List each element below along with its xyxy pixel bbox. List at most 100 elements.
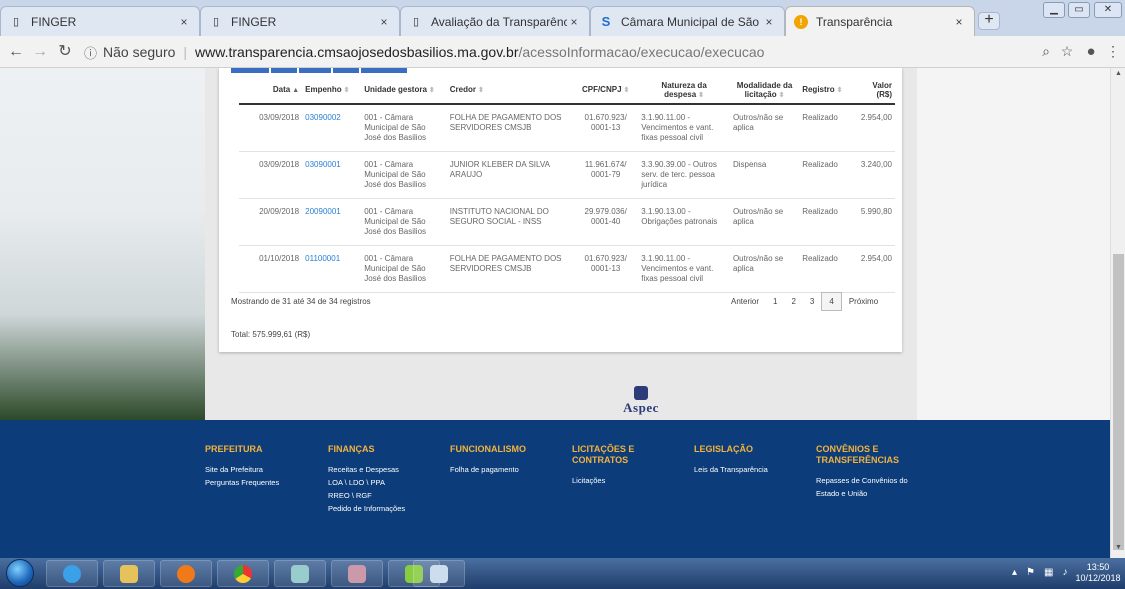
reload-icon[interactable]: ↻ (55, 42, 75, 62)
taskbar-chrome[interactable] (217, 560, 269, 587)
pager-page-2[interactable]: 2 (784, 293, 802, 310)
aspec-logo-text: Aspec (623, 400, 659, 415)
snipping-tool-icon (348, 564, 366, 583)
tab-finger-2[interactable]: ▯ FINGER × (200, 6, 400, 36)
table-row: 01/10/2018 01100001 001 - Câmara Municip… (239, 245, 895, 293)
close-icon[interactable]: × (762, 15, 776, 29)
footer-link[interactable]: Licitações (572, 474, 672, 487)
pager-page-3[interactable]: 3 (803, 293, 821, 310)
cell-registro: Realizado (799, 198, 855, 246)
menu-icon[interactable]: ⋮ (1104, 43, 1122, 60)
empenho-link[interactable]: 20090001 (302, 198, 362, 246)
cell-modalidade: Outros/não se aplica (729, 245, 800, 293)
export-button[interactable] (333, 68, 359, 73)
taskbar-snipping[interactable] (331, 560, 383, 587)
execution-table: Data ▲ Empenho ⬍ Unidade gestora ⬍ Credor ⬍ … (239, 76, 895, 293)
footer-heading: FUNCIONALISMO (450, 444, 526, 454)
volume-icon[interactable]: ♪ (1062, 567, 1067, 578)
paint-icon (291, 564, 309, 583)
export-button[interactable] (299, 68, 331, 73)
back-arrow-icon[interactable]: ← (6, 42, 26, 62)
pager-next[interactable]: Próximo (842, 293, 885, 310)
close-icon[interactable]: × (377, 15, 391, 29)
tab-title: FINGER (231, 14, 277, 29)
cell-registro: Realizado (799, 245, 855, 293)
cell-credor: FOLHA DE PAGAMENTO DOS SERVIDORES CMSJB (446, 245, 574, 293)
total-value: Total: 575.999,61 (R$) (231, 330, 311, 339)
results-card: Data ▲ Empenho ⬍ Unidade gestora ⬍ Credor ⬍ … (219, 68, 902, 352)
close-window-icon[interactable]: ✕ (1094, 2, 1122, 18)
empenho-link[interactable]: 01100001 (302, 245, 362, 293)
close-icon[interactable]: × (177, 15, 191, 29)
cell-unidade: 001 - Câmara Municipal de São José dos B… (361, 151, 447, 199)
col-natureza[interactable]: Natureza da despesa ⬍ (638, 76, 730, 105)
network-icon[interactable]: ▦ (1044, 567, 1053, 578)
info-icon[interactable]: ⓘ (84, 43, 97, 62)
footer-link[interactable]: RREO \ RGF (328, 489, 438, 502)
page-icon: ▯ (212, 16, 220, 28)
footer-col-funcionalismo: FUNCIONALISMO Folha de pagamento (450, 444, 560, 476)
background-image (0, 68, 205, 420)
restore-icon[interactable]: ▭ (1068, 2, 1090, 18)
export-button[interactable] (271, 68, 297, 73)
footer-link[interactable]: Perguntas Frequentes (205, 476, 315, 489)
col-credor[interactable]: Credor ⬍ (446, 76, 574, 105)
footer-link[interactable]: Folha de pagamento (450, 463, 560, 476)
col-cpf-cnpj[interactable]: CPF/CNPJ ⬍ (573, 76, 639, 105)
taskbar-media[interactable] (160, 560, 212, 587)
account-icon[interactable]: ● (1082, 43, 1100, 60)
col-unidade[interactable]: Unidade gestora ⬍ (361, 76, 447, 105)
close-icon[interactable]: × (952, 15, 966, 29)
url-host: www.transparencia.cmsaojosedosbasilios.m… (195, 44, 519, 60)
col-data[interactable]: Data ▲ (239, 76, 303, 105)
pager-page-4[interactable]: 4 (821, 292, 842, 311)
tab-finger-1[interactable]: ▯ FINGER × (0, 6, 200, 36)
footer-link[interactable]: Receitas e Despesas (328, 463, 438, 476)
export-buttons (231, 68, 407, 73)
system-clock[interactable]: 13:50 10/12/2018 (1072, 562, 1124, 584)
pager-page-1[interactable]: 1 (766, 293, 784, 310)
pager-prev[interactable]: Anterior (724, 293, 766, 310)
cell-unidade: 001 - Câmara Municipal de São José dos B… (361, 198, 447, 246)
tab-avaliacao[interactable]: ▯ Avaliação da Transparência do × (400, 6, 590, 36)
cell-cnpj: 11.961.674/ 0001-79 (573, 151, 639, 199)
close-icon[interactable]: × (567, 15, 581, 29)
cell-cnpj: 29.979.036/ 0001-40 (573, 198, 639, 246)
sort-icon: ⬍ (778, 91, 785, 99)
flag-icon[interactable]: ⚑ (1026, 567, 1035, 578)
minimize-icon[interactable]: ▁ (1043, 2, 1065, 18)
address-bar[interactable]: ⓘ Não seguro | www.transparencia.cmsaojo… (84, 40, 984, 64)
tray-expand-icon[interactable]: ▴ (1012, 567, 1017, 578)
taskbar-paint[interactable] (274, 560, 326, 587)
scroll-down-icon[interactable]: ▼ (1111, 544, 1125, 556)
empenho-link[interactable]: 03090002 (302, 104, 362, 152)
col-modalidade[interactable]: Modalidade da licitação ⬍ (729, 76, 800, 105)
vertical-scrollbar[interactable]: ▲ ▼ (1110, 68, 1125, 558)
start-button[interactable] (6, 559, 34, 587)
footer-link[interactable]: Leis da Transparência (694, 463, 794, 476)
col-empenho[interactable]: Empenho ⬍ (302, 76, 362, 105)
zoom-icon[interactable]: ⌕ (1037, 43, 1055, 60)
records-info: Mostrando de 31 até 34 de 34 registros (231, 297, 371, 306)
col-registro[interactable]: Registro ⬍ (799, 76, 855, 105)
footer-link[interactable]: Site da Prefeitura (205, 463, 315, 476)
taskbar-explorer[interactable] (103, 560, 155, 587)
forward-arrow-icon[interactable]: → (30, 42, 50, 62)
taskbar-ie[interactable] (46, 560, 98, 587)
cell-modalidade: Outros/não se aplica (729, 198, 800, 246)
taskbar-calculator[interactable] (413, 560, 465, 587)
new-tab-button[interactable]: + (978, 12, 1000, 30)
bookmark-star-icon[interactable]: ☆ (1058, 43, 1076, 60)
col-valor[interactable]: Valor (R$) (854, 76, 895, 105)
empenho-link[interactable]: 03090001 (302, 151, 362, 199)
export-button[interactable] (361, 68, 407, 73)
scroll-up-icon[interactable]: ▲ (1111, 70, 1125, 82)
export-button[interactable] (231, 68, 269, 73)
warning-icon: ! (794, 14, 808, 29)
footer-link[interactable]: Pedido de Informações (328, 502, 438, 515)
tab-transparencia[interactable]: ! Transparência × (785, 6, 975, 36)
scrollbar-thumb[interactable] (1113, 254, 1124, 550)
footer-link[interactable]: Repasses de Convênios do Estado e União (816, 474, 926, 500)
tab-camara[interactable]: S Câmara Municipal de São José × (590, 6, 785, 36)
footer-link[interactable]: LOA \ LDO \ PPA (328, 476, 438, 489)
